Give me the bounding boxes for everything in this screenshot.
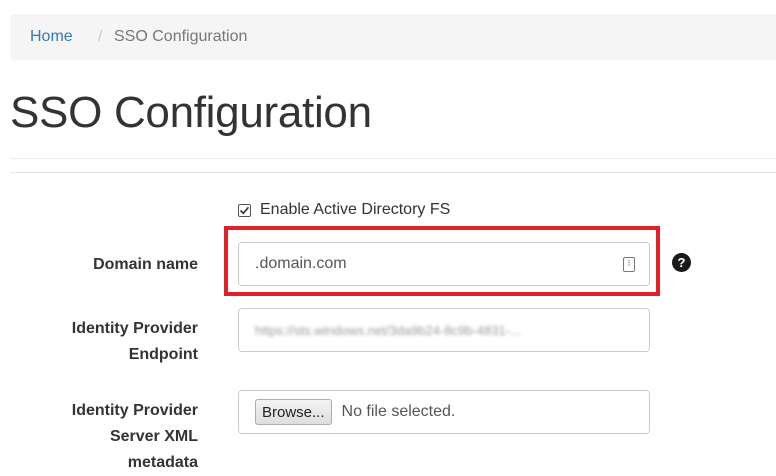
page-title: SSO Configuration (10, 88, 372, 137)
form-divider (10, 172, 776, 173)
domain-name-input[interactable]: .domain.com ⁝ (238, 242, 650, 286)
question-circle-icon[interactable]: ? (672, 253, 691, 272)
breadcrumb-home-link[interactable]: Home (30, 28, 73, 46)
enable-adfs-label: Enable Active Directory FS (260, 201, 451, 218)
idp-metadata-label: Identity Provider Server XML metadata (71, 402, 198, 471)
form-autofill-icon[interactable]: ⁝ (623, 257, 635, 272)
breadcrumb-current: SSO Configuration (114, 28, 248, 45)
idp-metadata-file-input[interactable]: Browse... No file selected. (238, 390, 650, 434)
enable-adfs-checkbox[interactable] (238, 203, 251, 217)
breadcrumb: Home / SSO Configuration (10, 14, 776, 60)
domain-name-label: Domain name (93, 256, 198, 273)
browse-button[interactable]: Browse... (255, 399, 332, 425)
checkmark-icon (239, 206, 250, 214)
file-status-text: No file selected. (341, 403, 456, 420)
idp-endpoint-label: Identity Provider Endpoint (71, 320, 198, 363)
enable-adfs-row[interactable]: Enable Active Directory FS (238, 199, 450, 221)
idp-endpoint-input[interactable]: https://sts.windows.net/3da9b24-8c9b-483… (238, 308, 650, 352)
idp-endpoint-value: https://sts.windows.net/3da9b24-8c9b-483… (255, 322, 521, 338)
domain-name-value: .domain.com (255, 255, 347, 272)
title-divider (10, 158, 776, 159)
breadcrumb-separator: / (98, 28, 103, 45)
